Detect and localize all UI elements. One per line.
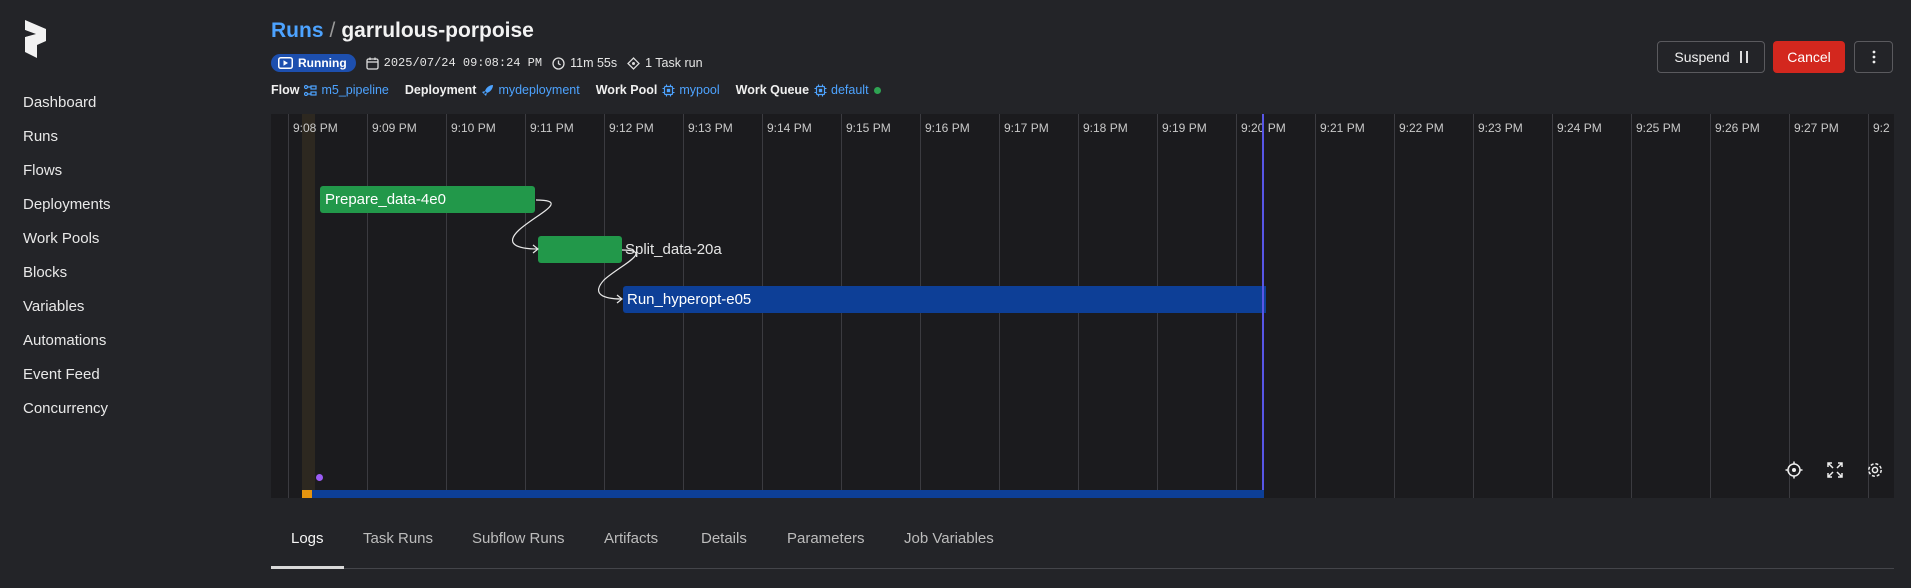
breadcrumb-runs-link[interactable]: Runs: [271, 19, 324, 42]
more-menu-button[interactable]: [1854, 41, 1893, 73]
sidebar-item-concurrency[interactable]: Concurrency: [23, 398, 111, 432]
task-icon: [627, 56, 641, 70]
dependency-arrows: [512, 199, 637, 304]
clock-icon: [552, 56, 565, 70]
recenter-button[interactable]: [1784, 460, 1804, 480]
deployment-link[interactable]: mydeployment: [481, 83, 580, 97]
work-queue-value: default: [831, 83, 869, 97]
sidebar-item-automations[interactable]: Automations: [23, 330, 111, 364]
sidebar-item-flows[interactable]: Flows: [23, 160, 111, 194]
breadcrumb-separator: /: [329, 19, 336, 42]
expand-icon: [1827, 462, 1843, 478]
tabs-divider: [271, 568, 1894, 569]
calendar-icon: [366, 57, 379, 70]
tab-details[interactable]: Details: [701, 530, 747, 547]
gear-icon: [1868, 463, 1882, 477]
graph-settings-button[interactable]: [1865, 460, 1885, 480]
run-meta-row: Running 2025/07/24 09:08:24 PM 11m 55s 1…: [271, 53, 713, 73]
run-tabs: Logs Task Runs Subflow Runs Artifacts De…: [271, 530, 1894, 570]
sidebar-item-runs[interactable]: Runs: [23, 126, 111, 160]
tab-logs[interactable]: Logs: [291, 530, 324, 547]
pause-icon: [1739, 51, 1748, 63]
task-run-count: 1 Task run: [627, 56, 703, 70]
cancel-label: Cancel: [1787, 49, 1831, 65]
sidebar-item-deployments[interactable]: Deployments: [23, 194, 111, 228]
flow-label: Flow: [271, 83, 300, 97]
rocket-icon: [482, 84, 494, 96]
work-pool-value: mypool: [679, 83, 720, 97]
start-time: 2025/07/24 09:08:24 PM: [366, 56, 542, 70]
tab-job-variables[interactable]: Job Variables: [904, 530, 994, 547]
queue-status-dot: [873, 86, 881, 94]
flow-icon: [304, 84, 318, 96]
tab-parameters[interactable]: Parameters: [787, 530, 865, 547]
suspend-button[interactable]: Suspend: [1657, 41, 1765, 73]
flow-link[interactable]: m5_pipeline: [304, 83, 389, 97]
flow-value: m5_pipeline: [321, 83, 389, 97]
work-pool-link[interactable]: mypool: [662, 83, 720, 97]
suspend-label: Suspend: [1674, 49, 1730, 65]
fullscreen-button[interactable]: [1825, 460, 1845, 480]
tab-task-runs[interactable]: Task Runs: [363, 530, 433, 547]
current-time-line: [1262, 114, 1264, 498]
minimap-start-marker: [302, 490, 312, 498]
prefect-logo-icon[interactable]: [22, 20, 50, 58]
active-tab-indicator: [271, 566, 344, 569]
state-label: Running: [298, 56, 347, 70]
work-queue-link[interactable]: default: [814, 83, 881, 97]
run-actions: Suspend Cancel: [1657, 41, 1893, 73]
deployment-label: Deployment: [404, 83, 477, 97]
crosshair-icon: [1785, 461, 1803, 479]
task-run-count-value: 1 Task run: [645, 56, 703, 70]
tab-artifacts[interactable]: Artifacts: [604, 530, 658, 547]
sidebar-item-event-feed[interactable]: Event Feed: [23, 364, 111, 398]
main-content: Runs / garrulous-porpoise Running 2025/07/…: [271, 0, 1911, 588]
event-dot[interactable]: [316, 474, 323, 481]
run-context-row: Flow m5_pipeline Deployment mydeployment…: [271, 80, 897, 100]
tab-subflow-runs[interactable]: Subflow Runs: [472, 530, 565, 547]
sidebar-item-blocks[interactable]: Blocks: [23, 262, 111, 296]
duration-value: 11m 55s: [570, 56, 618, 70]
cancel-button[interactable]: Cancel: [1773, 41, 1845, 73]
play-icon: [278, 57, 293, 69]
cpu-icon: [814, 84, 827, 96]
sidebar-item-dashboard[interactable]: Dashboard: [23, 92, 111, 126]
run-timeline-graph[interactable]: 9:08 PM 9:09 PM 9:10 PM 9:11 PM 9:12 PM 9:13 …: [271, 114, 1894, 498]
work-queue-label: Work Queue: [735, 83, 810, 97]
sidebar-item-work-pools[interactable]: Work Pools: [23, 228, 111, 262]
deployment-value: mydeployment: [498, 83, 580, 97]
sidebar-nav: Dashboard Runs Flows Deployments Work Po…: [23, 92, 111, 432]
work-pool-label: Work Pool: [595, 83, 658, 97]
cpu-icon: [662, 84, 675, 96]
page-title: Runs / garrulous-porpoise: [271, 19, 534, 43]
start-time-value: 2025/07/24 09:08:24 PM: [383, 56, 543, 70]
kebab-menu-icon: [1872, 50, 1875, 64]
duration: 11m 55s: [552, 56, 617, 70]
minimap-run-bar: [302, 490, 1264, 498]
sidebar-item-variables[interactable]: Variables: [23, 296, 111, 330]
sidebar: Dashboard Runs Flows Deployments Work Po…: [0, 0, 245, 588]
state-badge: Running: [271, 54, 356, 72]
run-name: garrulous-porpoise: [341, 19, 534, 42]
